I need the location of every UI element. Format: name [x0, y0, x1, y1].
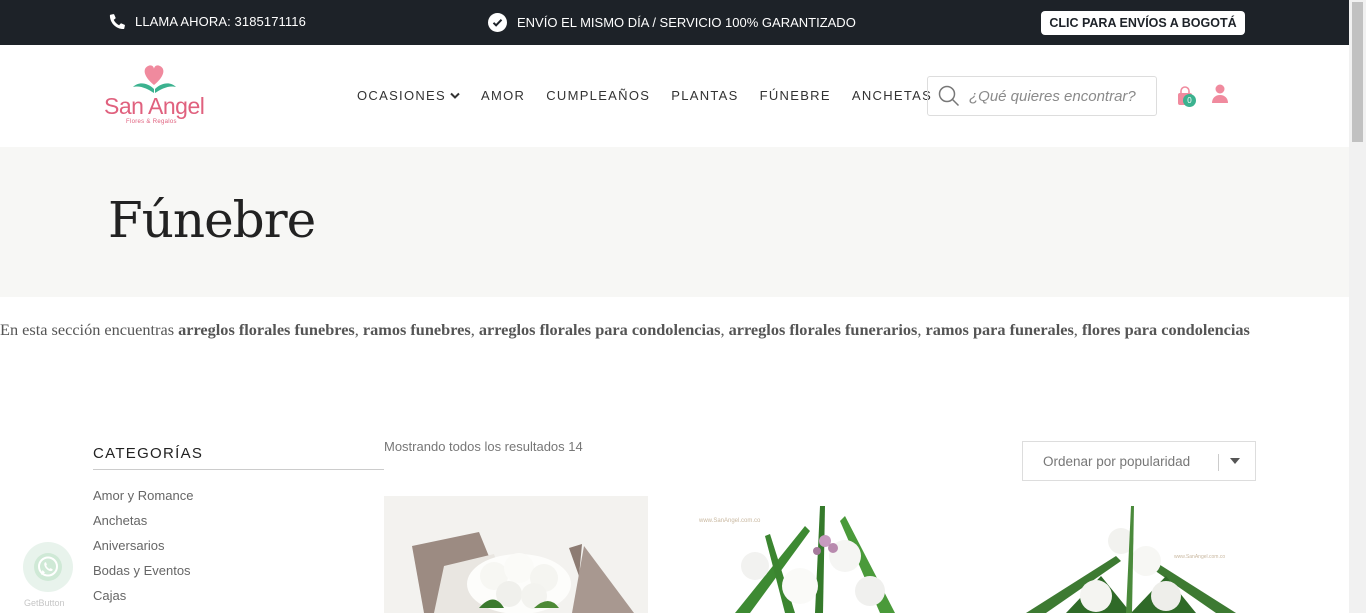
user-icon: [1212, 84, 1228, 103]
phone-text: LLAMA AHORA: 3185171116: [135, 13, 306, 29]
nav-item-label: OCASIONES: [357, 88, 446, 103]
intro-link-2[interactable]: ramos funebres: [363, 320, 471, 339]
white-lilies-arrangement-image: www.SanAngel.com.co: [695, 496, 940, 613]
categories-heading: CATEGORÍAS: [93, 445, 204, 462]
nav-item-anchetas[interactable]: ANCHETAS: [852, 88, 932, 103]
category-description: En esta sección encuentras arreglos flor…: [0, 320, 1349, 340]
main-nav: OCASIONES AMOR CUMPLEAÑOS PLANTAS FÚNEBR…: [357, 88, 932, 103]
phone-contact[interactable]: LLAMA AHORA: 3185171116: [109, 13, 306, 29]
product-card-image[interactable]: www.SanAngel.com.co: [1006, 496, 1256, 613]
intro-link-3[interactable]: arreglos florales para condolencias: [479, 320, 721, 339]
category-item[interactable]: Bodas y Eventos: [93, 563, 193, 588]
site-header: San Angel Flores & Regalos OCASIONES AMO…: [0, 45, 1349, 147]
product-card-image[interactable]: [384, 496, 648, 613]
getbutton-label: GetButton: [24, 598, 65, 608]
search-input[interactable]: [969, 87, 1147, 105]
intro-link-1[interactable]: arreglos florales funebres: [178, 320, 355, 339]
top-bar: LLAMA AHORA: 3185171116 ENVÍO EL MISMO D…: [0, 0, 1349, 45]
nav-item-cumpleanos[interactable]: CUMPLEAÑOS: [546, 88, 650, 103]
results-count: Mostrando todos los resultados 14: [384, 439, 583, 454]
account-button[interactable]: [1211, 84, 1229, 104]
category-item[interactable]: Anchetas: [93, 513, 193, 538]
whatsapp-chat-button[interactable]: [23, 542, 73, 592]
watermark-text: www.SanAngel.com.co: [1174, 554, 1225, 560]
intro-separator: ,: [1073, 320, 1082, 339]
caret-down-icon: [1230, 458, 1240, 464]
watermark-text: www.SanAngel.com.co: [698, 518, 761, 524]
check-circle-icon: [488, 13, 507, 32]
intro-separator: ,: [354, 320, 363, 339]
intro-link-6[interactable]: flores para condolencias: [1082, 320, 1250, 339]
intro-link-5[interactable]: ramos para funerales: [925, 320, 1073, 339]
page-scrollbar[interactable]: [1349, 0, 1366, 613]
intro-separator: ,: [470, 320, 479, 339]
delivery-promo: ENVÍO EL MISMO DÍA / SERVICIO 100% GARAN…: [488, 13, 856, 32]
categories-divider: [93, 469, 384, 470]
category-hero: Fúnebre: [0, 147, 1349, 297]
site-logo[interactable]: San Angel Flores & Regalos: [104, 63, 208, 129]
category-item[interactable]: Cajas: [93, 588, 193, 613]
category-item[interactable]: Aniversarios: [93, 538, 193, 563]
nav-item-amor[interactable]: AMOR: [481, 88, 525, 103]
promo-text: ENVÍO EL MISMO DÍA / SERVICIO 100% GARAN…: [517, 15, 856, 30]
sort-separator: [1218, 454, 1219, 471]
intro-separator: ,: [720, 320, 729, 339]
chevron-down-icon: [450, 92, 460, 99]
intro-link-4[interactable]: arreglos florales funerarios: [729, 320, 918, 339]
cart-count-badge: 0: [1183, 94, 1196, 107]
white-roses-bouquet-image: [384, 496, 648, 613]
logo-brand: San Angel: [104, 93, 205, 119]
white-lilies-fan-arrangement-image: www.SanAngel.com.co: [1006, 496, 1256, 613]
categories-list: Amor y Romance Anchetas Aniversarios Bod…: [93, 488, 193, 613]
nav-item-funebre[interactable]: FÚNEBRE: [760, 88, 831, 103]
logo-tagline: Flores & Regalos: [126, 119, 177, 125]
phone-icon: [109, 14, 125, 29]
nav-item-plantas[interactable]: PLANTAS: [671, 88, 738, 103]
cart-button[interactable]: 0: [1176, 86, 1196, 107]
nav-item-ocasiones[interactable]: OCASIONES: [357, 88, 460, 103]
page-title: Fúnebre: [108, 191, 316, 249]
scrollbar-thumb[interactable]: [1352, 2, 1363, 142]
search-icon[interactable]: [938, 85, 960, 107]
search-box: [927, 76, 1157, 116]
heart-flower-logo-icon: [133, 65, 176, 93]
category-item[interactable]: Amor y Romance: [93, 488, 193, 513]
sort-select[interactable]: Ordenar por popularidad: [1022, 441, 1256, 481]
bogota-shipping-button[interactable]: CLIC PARA ENVÍOS A BOGOTÁ: [1041, 11, 1245, 35]
whatsapp-icon: [34, 553, 62, 581]
sort-selected-value: Ordenar por popularidad: [1043, 453, 1191, 469]
intro-prefix: En esta sección encuentras: [0, 320, 179, 339]
product-card-image[interactable]: www.SanAngel.com.co: [695, 496, 940, 613]
